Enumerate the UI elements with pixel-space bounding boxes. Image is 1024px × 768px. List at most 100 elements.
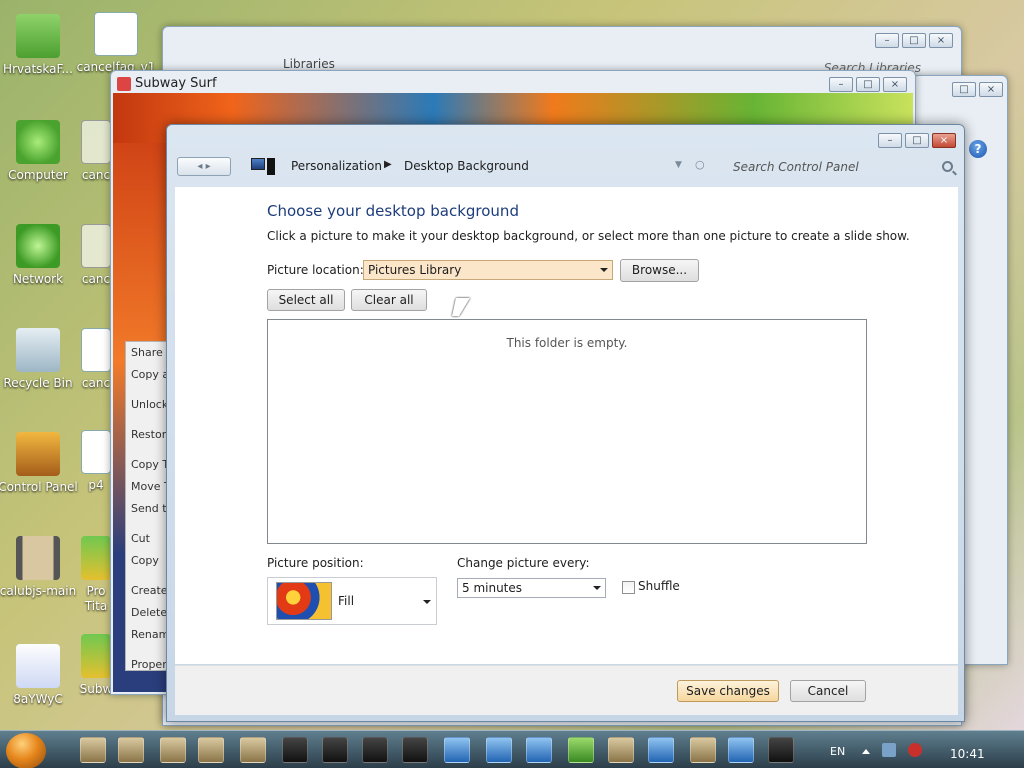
network-tray-icon[interactable] bbox=[882, 743, 896, 757]
menu-item-delete[interactable]: Delete bbox=[126, 602, 166, 624]
cancel-button[interactable]: Cancel bbox=[790, 680, 866, 702]
menu-item-copy[interactable]: Copy bbox=[126, 550, 166, 572]
internet-explorer-icon[interactable] bbox=[526, 737, 552, 763]
taskbar-item-console[interactable] bbox=[322, 737, 348, 763]
desktop-icon-control-panel[interactable]: Control Panel bbox=[0, 432, 78, 495]
media-player-icon[interactable] bbox=[568, 737, 594, 763]
menu-item-send-to[interactable]: Send to bbox=[126, 498, 166, 520]
desktop-icon-hrvatska[interactable]: HrvatskaF... bbox=[0, 14, 78, 77]
taskbar-item-folder[interactable] bbox=[160, 737, 186, 763]
refresh-icon[interactable]: ○ bbox=[695, 158, 705, 171]
taskbar-item-film[interactable] bbox=[80, 737, 106, 763]
start-button[interactable] bbox=[6, 733, 46, 768]
change-picture-dropdown[interactable]: 5 minutes bbox=[457, 578, 606, 598]
menu-item-copy-to[interactable]: Copy To bbox=[126, 454, 166, 476]
desktop-icon-label: Network bbox=[12, 272, 64, 286]
film-icon bbox=[16, 536, 60, 580]
change-picture-value: 5 minutes bbox=[462, 581, 523, 595]
menu-item-rename[interactable]: Renam bbox=[126, 624, 166, 646]
desktop-background-window[interactable]: – □ × ◂ ▸ Personalization ▶ Desktop Back… bbox=[166, 124, 965, 722]
game-icon bbox=[117, 77, 131, 91]
clock[interactable]: 10:41 bbox=[950, 747, 985, 761]
empty-folder-message: This folder is empty. bbox=[506, 336, 628, 350]
taskbar-item-personalization[interactable] bbox=[648, 737, 674, 763]
flower-thumbnail-icon bbox=[276, 582, 332, 620]
address-bar: ◂ ▸ Personalization ▶ Desktop Background… bbox=[175, 155, 956, 181]
desktop-icon-8aywyc[interactable]: 8aYWyC bbox=[0, 644, 78, 707]
picture-list[interactable]: This folder is empty. bbox=[267, 319, 867, 544]
maximize-button[interactable]: □ bbox=[905, 133, 929, 148]
taskbar-item-film[interactable] bbox=[118, 737, 144, 763]
minimize-button[interactable]: – bbox=[878, 133, 902, 148]
taskbar-item-film[interactable] bbox=[198, 737, 224, 763]
clear-all-button[interactable]: Clear all bbox=[351, 289, 427, 311]
picture-position-value: Fill bbox=[338, 594, 355, 608]
taskbar-item-notepad[interactable] bbox=[486, 737, 512, 763]
minimize-button[interactable]: – bbox=[875, 33, 899, 48]
desktop-icon-label: 8aYWyC bbox=[13, 692, 63, 706]
maximize-button[interactable]: □ bbox=[902, 33, 926, 48]
libraries-breadcrumb[interactable]: Libraries bbox=[283, 57, 335, 71]
desktop-icon-network[interactable]: Network bbox=[0, 224, 78, 287]
save-changes-button[interactable]: Save changes bbox=[677, 680, 779, 702]
close-button[interactable]: × bbox=[929, 33, 953, 48]
search-icon[interactable] bbox=[942, 161, 953, 172]
breadcrumb-personalization[interactable]: Personalization bbox=[291, 159, 382, 173]
picture-icon bbox=[16, 644, 60, 688]
picture-position-dropdown[interactable]: Fill bbox=[267, 577, 437, 625]
menu-item-restore[interactable]: Restore bbox=[126, 424, 166, 446]
language-indicator[interactable]: EN bbox=[830, 745, 845, 758]
recycle-bin-icon bbox=[16, 328, 60, 372]
window-title: Subway Surf bbox=[135, 76, 217, 91]
breadcrumb[interactable]: Libraries bbox=[173, 57, 335, 71]
window-controls: □ × bbox=[952, 82, 1003, 97]
chevron-right-icon[interactable]: ▶ bbox=[384, 159, 392, 170]
taskbar-item-control-panel[interactable] bbox=[282, 737, 308, 763]
taskbar-item-desktop-background[interactable] bbox=[728, 737, 754, 763]
search-placeholder: Search Control Panel bbox=[733, 160, 859, 174]
menu-item-unlock[interactable]: Unlock bbox=[126, 394, 166, 416]
tray-expand-icon[interactable] bbox=[862, 749, 870, 754]
menu-item-share[interactable]: Share w bbox=[126, 342, 166, 364]
desktop-icon-calubjs[interactable]: calubjs-main bbox=[0, 536, 78, 599]
taskbar-item-monitor[interactable] bbox=[768, 737, 794, 763]
volume-tray-icon[interactable] bbox=[908, 743, 922, 757]
taskbar-item-console[interactable] bbox=[362, 737, 388, 763]
close-button[interactable]: × bbox=[883, 77, 907, 92]
search-input[interactable]: Search Control Panel bbox=[723, 157, 959, 177]
browse-button[interactable]: Browse... bbox=[620, 259, 699, 282]
desktop-icon-cancelfaq[interactable]: cancelfaq_v1 bbox=[76, 12, 156, 75]
select-all-button[interactable]: Select all bbox=[267, 289, 345, 311]
picture-location-value: Pictures Library bbox=[368, 263, 462, 277]
breadcrumb-desktop-background[interactable]: Desktop Background bbox=[404, 159, 529, 173]
desktop-icon-recycle-bin[interactable]: Recycle Bin bbox=[0, 328, 78, 391]
close-button[interactable]: × bbox=[932, 133, 956, 148]
menu-separator bbox=[126, 520, 166, 528]
menu-item-move-to[interactable]: Move T bbox=[126, 476, 166, 498]
menu-item-cut[interactable]: Cut bbox=[126, 528, 166, 550]
menu-item-properties[interactable]: Proper bbox=[126, 654, 166, 670]
close-button[interactable]: × bbox=[979, 82, 1003, 97]
taskbar-item-clock[interactable] bbox=[444, 737, 470, 763]
picture-location-label: Picture location: bbox=[267, 263, 364, 277]
network-icon bbox=[16, 224, 60, 268]
picture-location-dropdown[interactable]: Pictures Library bbox=[363, 260, 613, 280]
desktop-icon-computer[interactable]: Computer bbox=[0, 120, 78, 183]
window-controls: – □ × bbox=[829, 77, 907, 92]
minimize-button[interactable]: – bbox=[829, 77, 853, 92]
shuffle-label[interactable]: Shuffle bbox=[638, 579, 680, 593]
maximize-button[interactable]: □ bbox=[952, 82, 976, 97]
back-forward-buttons[interactable]: ◂ ▸ bbox=[177, 157, 231, 176]
menu-item-create[interactable]: Create bbox=[126, 580, 166, 602]
taskbar-item-game[interactable] bbox=[608, 737, 634, 763]
menu-separator bbox=[126, 572, 166, 580]
taskbar-item-film[interactable] bbox=[240, 737, 266, 763]
shuffle-checkbox[interactable] bbox=[622, 581, 635, 594]
taskbar-item-console[interactable] bbox=[402, 737, 428, 763]
taskbar-item-box[interactable] bbox=[690, 737, 716, 763]
desktop-icon-label: Recycle Bin bbox=[3, 376, 73, 390]
menu-item-copy-as[interactable]: Copy a bbox=[126, 364, 166, 386]
chevron-down-icon[interactable]: ▼ bbox=[675, 160, 682, 170]
help-icon[interactable]: ? bbox=[969, 140, 987, 158]
maximize-button[interactable]: □ bbox=[856, 77, 880, 92]
